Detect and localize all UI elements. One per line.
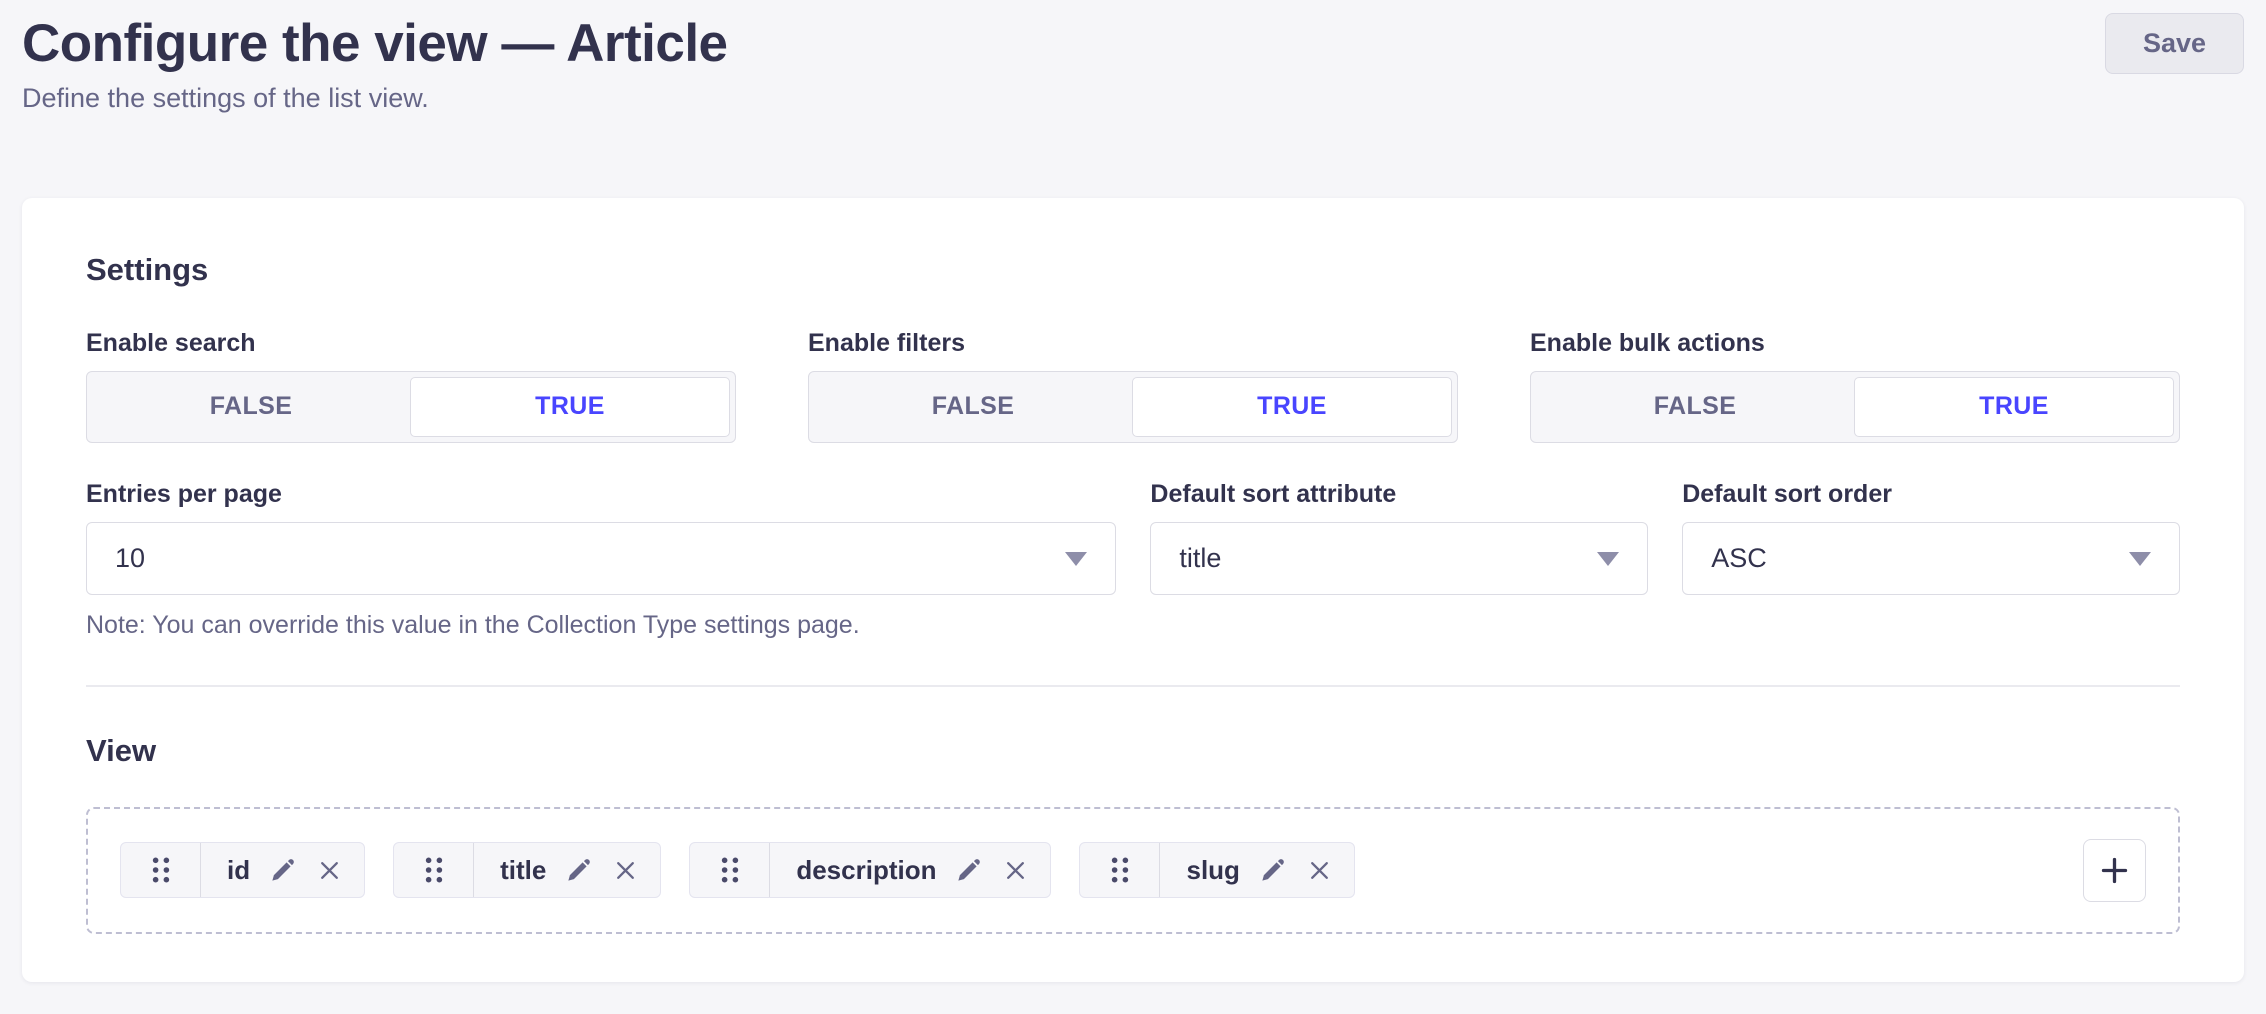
toggle-option-true[interactable]: TRUE — [410, 377, 730, 437]
pencil-icon[interactable] — [564, 856, 593, 885]
default-sort-attribute-field: Default sort attribute title — [1150, 479, 1648, 595]
default-sort-attribute-label: Default sort attribute — [1150, 479, 1648, 509]
enable-bulk-actions-field: Enable bulk actions FALSE TRUE — [1530, 328, 2180, 443]
drag-handle-icon[interactable] — [1080, 843, 1160, 897]
drag-handle-icon[interactable] — [690, 843, 770, 897]
field-pill-label: slug — [1186, 855, 1239, 886]
entries-per-page-select[interactable]: 10 — [86, 522, 1116, 595]
chevron-down-icon — [2129, 552, 2151, 566]
save-button[interactable]: Save — [2105, 13, 2244, 74]
enable-filters-label: Enable filters — [808, 328, 1458, 358]
enable-bulk-actions-toggle[interactable]: FALSE TRUE — [1530, 371, 2180, 443]
chevron-down-icon — [1597, 552, 1619, 566]
enable-search-label: Enable search — [86, 328, 736, 358]
section-divider — [86, 685, 2180, 687]
entries-per-page-note: Note: You can override this value in the… — [86, 610, 1116, 641]
settings-section-heading: Settings — [86, 252, 2180, 288]
page-subtitle: Define the settings of the list view. — [22, 83, 2244, 114]
field-pill-label: id — [227, 855, 250, 886]
toggles-row: Enable search FALSE TRUE Enable filters … — [86, 328, 2180, 443]
chevron-down-icon — [1065, 552, 1087, 566]
default-sort-attribute-value: title — [1179, 543, 1221, 574]
drag-handle-icon[interactable] — [394, 843, 474, 897]
enable-search-field: Enable search FALSE TRUE — [86, 328, 736, 443]
settings-card: Settings Enable search FALSE TRUE Enable… — [22, 198, 2244, 982]
enable-search-toggle[interactable]: FALSE TRUE — [86, 371, 736, 443]
toggle-option-true[interactable]: TRUE — [1132, 377, 1452, 437]
default-sort-order-value: ASC — [1711, 543, 1767, 574]
toggle-option-false[interactable]: FALSE — [1536, 377, 1854, 437]
default-sort-order-select[interactable]: ASC — [1682, 522, 2180, 595]
enable-filters-field: Enable filters FALSE TRUE — [808, 328, 1458, 443]
plus-icon — [2098, 854, 2131, 887]
entries-per-page-field: Entries per page 10 Note: You can overri… — [86, 479, 1116, 641]
field-pill-label: description — [796, 855, 936, 886]
enable-filters-toggle[interactable]: FALSE TRUE — [808, 371, 1458, 443]
pencil-icon[interactable] — [954, 856, 983, 885]
field-pill-slug[interactable]: slug — [1079, 842, 1354, 898]
close-icon[interactable] — [1003, 858, 1028, 883]
toggle-option-false[interactable]: FALSE — [92, 377, 410, 437]
field-pill-description[interactable]: description — [689, 842, 1051, 898]
close-icon[interactable] — [1307, 858, 1332, 883]
view-section-heading: View — [86, 733, 2180, 769]
selects-row: Entries per page 10 Note: You can overri… — [86, 479, 2180, 641]
page-header: Configure the view — Article Define the … — [0, 0, 2266, 114]
drag-handle-icon[interactable] — [121, 843, 201, 897]
default-sort-order-label: Default sort order — [1682, 479, 2180, 509]
pencil-icon[interactable] — [268, 856, 297, 885]
default-sort-order-field: Default sort order ASC — [1682, 479, 2180, 595]
pencil-icon[interactable] — [1258, 856, 1287, 885]
field-pill-title[interactable]: title — [393, 842, 661, 898]
page-title: Configure the view — Article — [22, 14, 2244, 75]
close-icon[interactable] — [317, 858, 342, 883]
field-pill-label: title — [500, 855, 546, 886]
toggle-option-true[interactable]: TRUE — [1854, 377, 2174, 437]
toggle-option-false[interactable]: FALSE — [814, 377, 1132, 437]
entries-per-page-label: Entries per page — [86, 479, 1116, 509]
default-sort-attribute-select[interactable]: title — [1150, 522, 1648, 595]
entries-per-page-value: 10 — [115, 543, 145, 574]
view-fields-dropzone: id title — [86, 807, 2180, 934]
close-icon[interactable] — [613, 858, 638, 883]
field-pill-id[interactable]: id — [120, 842, 365, 898]
add-field-button[interactable] — [2083, 839, 2146, 902]
enable-bulk-actions-label: Enable bulk actions — [1530, 328, 2180, 358]
